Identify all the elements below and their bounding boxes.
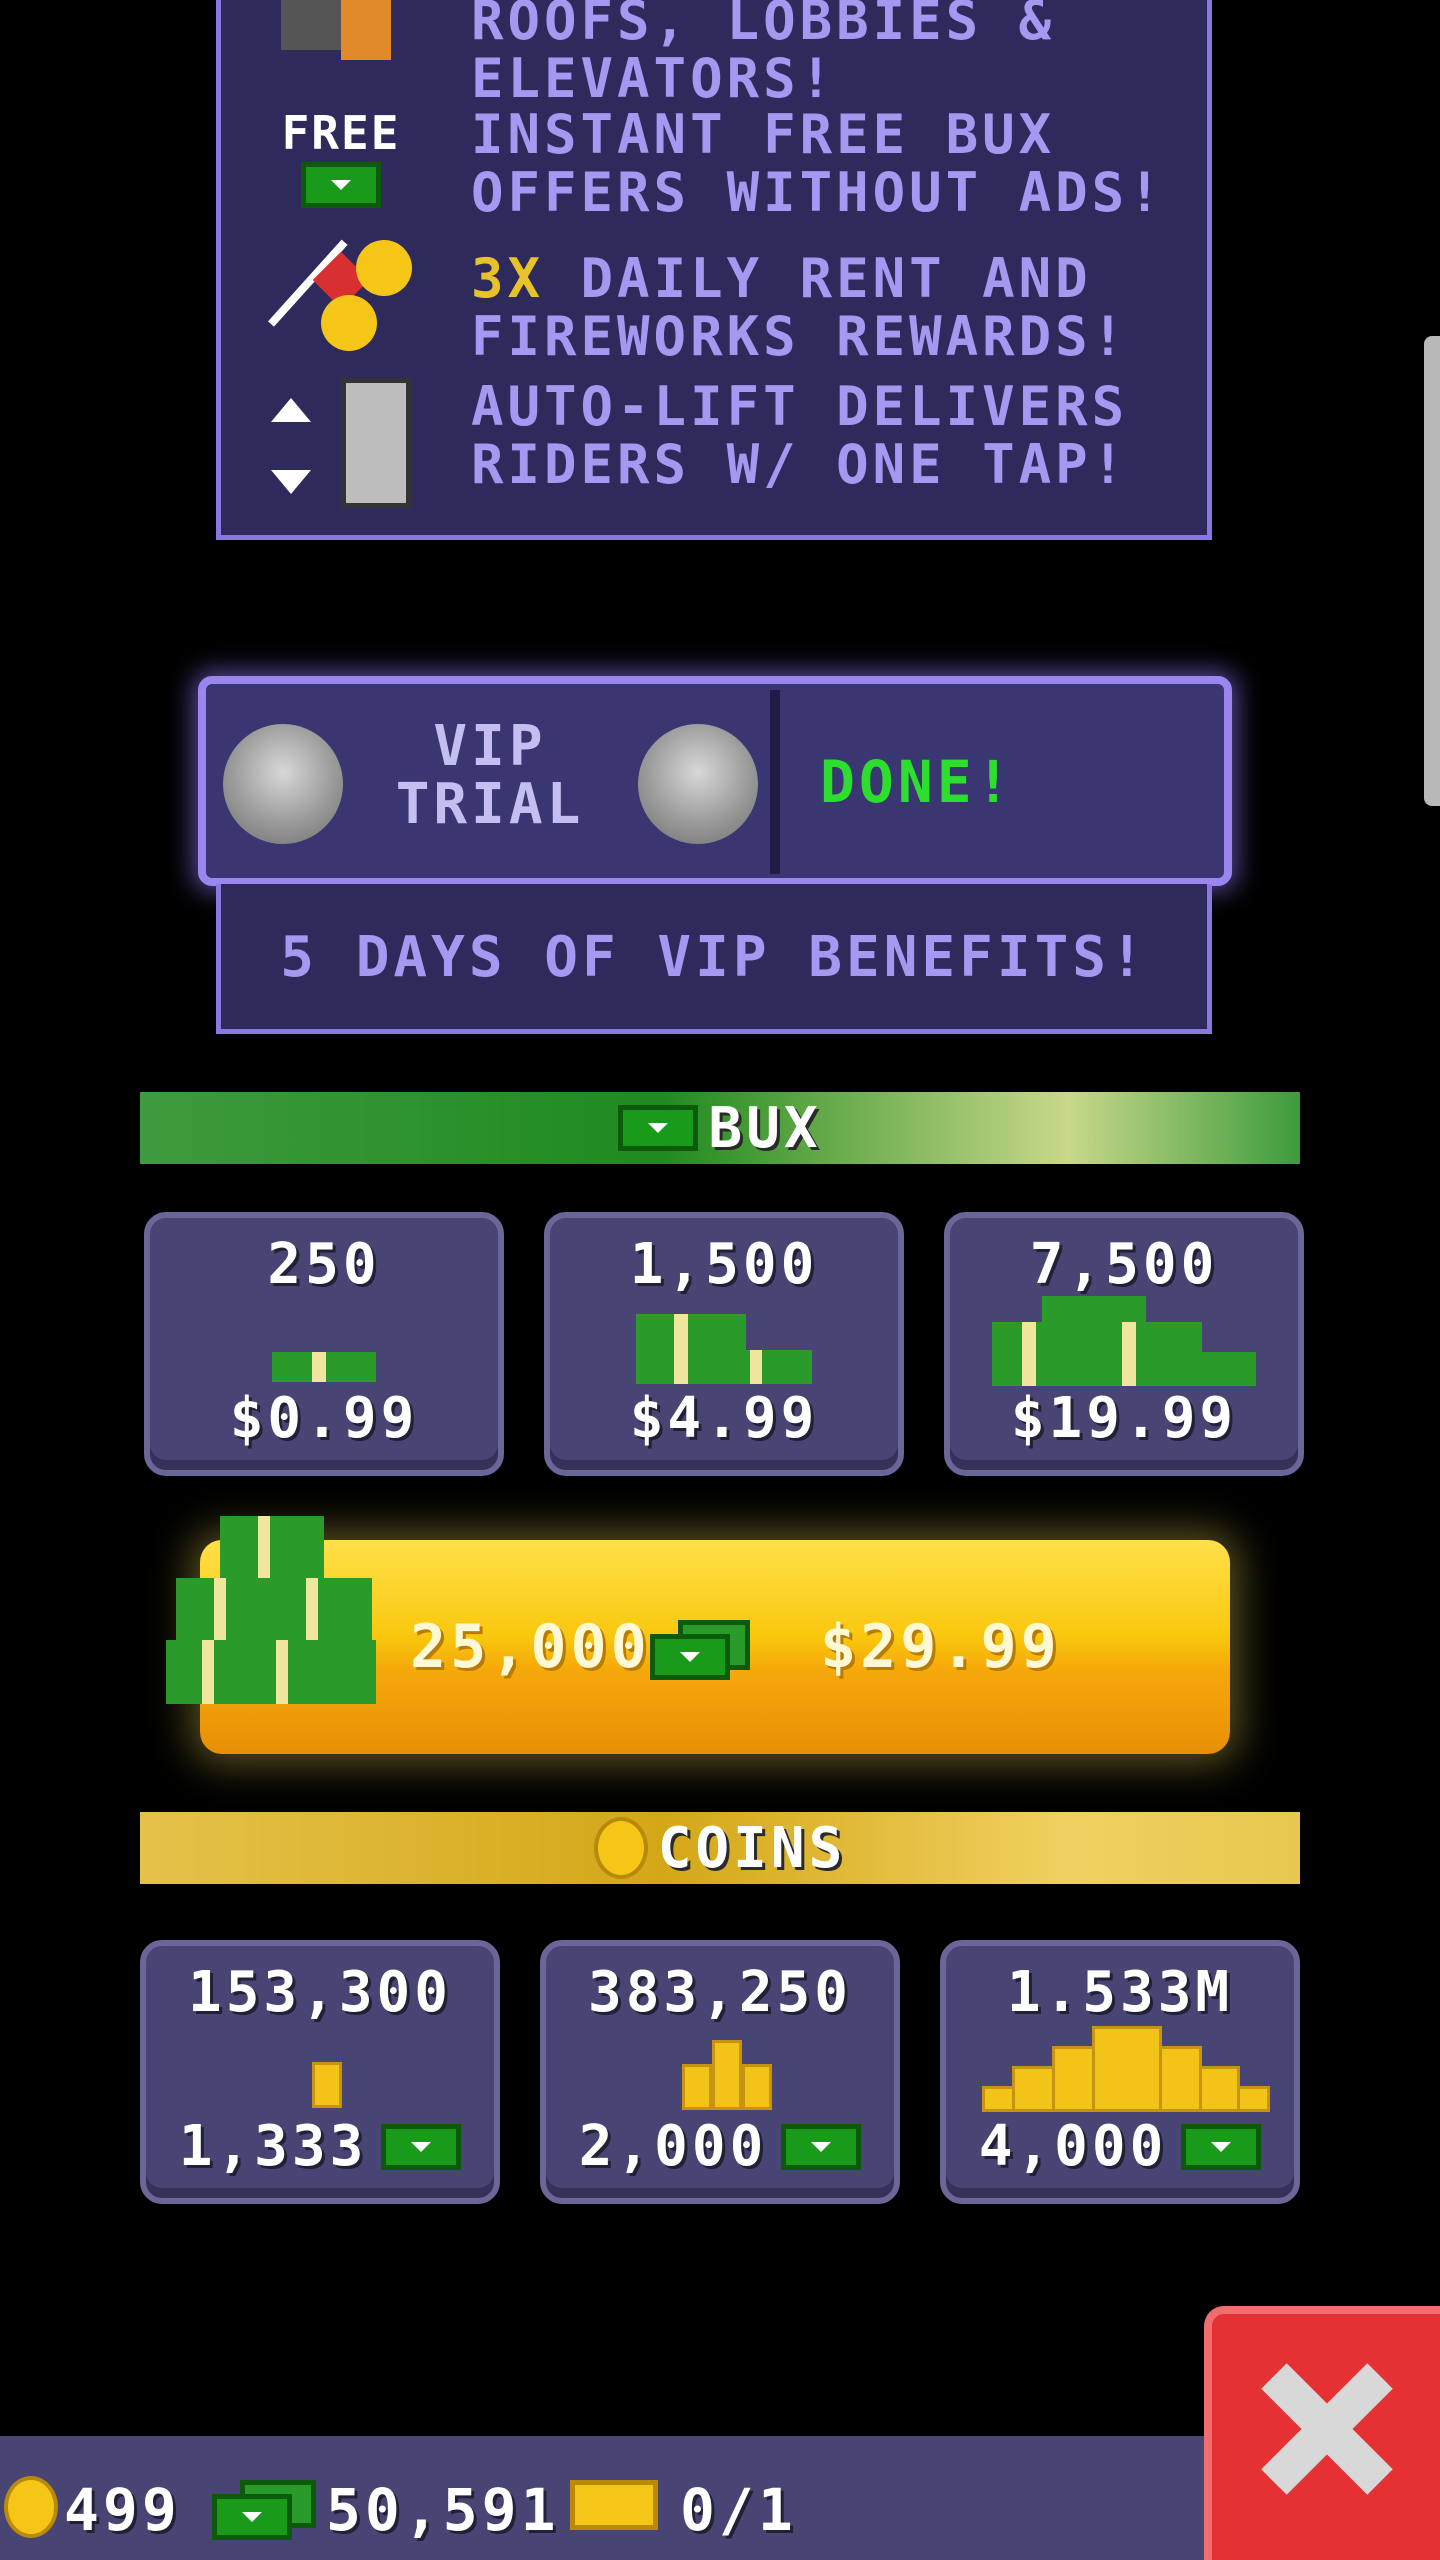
coin-pack-button[interactable]: 1.533M 4,000: [940, 1940, 1300, 2204]
money-stack-icon: [992, 1296, 1256, 1386]
coin-pack-button[interactable]: 153,300 1,333: [140, 1940, 500, 2204]
offer-price: $29.99: [820, 1612, 1061, 1682]
bux-section-header: BUX: [140, 1092, 1300, 1164]
bux-balance: 50,591: [326, 2476, 560, 2544]
pack-amount: 7,500: [1029, 1232, 1219, 1297]
coin-icon: [593, 1817, 648, 1879]
money-stack-icon: [636, 1314, 812, 1384]
pack-amount: 383,250: [587, 1960, 852, 2025]
cash-icon: [381, 2123, 462, 2170]
pack-price: $19.99: [1010, 1386, 1238, 1451]
pack-amount: 1.533M: [1006, 1960, 1234, 2025]
cash-icon: [618, 1105, 699, 1151]
character-icon: [261, 0, 421, 100]
close-button[interactable]: [1204, 2306, 1440, 2560]
money-pile-icon: [166, 1516, 376, 1708]
ticket-icon: [570, 2480, 658, 2530]
benefit-row-auto-lift: AUTO-LIFT DELIVERS RIDERS W/ ONE TAP!: [221, 378, 1207, 518]
benefit-text: ROOFS, LOBBIES & ELEVATORS!: [471, 0, 1056, 110]
star-badge-icon: [638, 724, 758, 844]
coins-section-header: COINS: [140, 1812, 1300, 1884]
cash-icon: [212, 2480, 322, 2540]
pack-amount: 153,300: [187, 1960, 452, 2025]
cash-icon: [301, 162, 381, 208]
pack-cost: 2,000: [546, 2114, 894, 2179]
benefit-text: AUTO-LIFT DELIVERS RIDERS W/ ONE TAP!: [471, 375, 1129, 496]
pack-cost: 4,000: [946, 2114, 1294, 2179]
bux-pack-button[interactable]: 250 $0.99: [144, 1212, 504, 1476]
coin-icon: [4, 2476, 58, 2538]
pack-amount: 1,500: [629, 1232, 819, 1297]
vip-subtitle: 5 DAYS OF VIP BENEFITS!: [280, 925, 1148, 990]
benefit-text: INSTANT FREE BUX OFFERS WITHOUT ADS!: [471, 103, 1165, 224]
scrollbar[interactable]: [1424, 336, 1440, 806]
star-badge-icon: [223, 724, 343, 844]
vip-benefits-panel: ROOFS, LOBBIES & ELEVATORS! FREE INSTANT…: [216, 0, 1212, 540]
pack-price: $4.99: [629, 1386, 819, 1451]
bux-pack-button[interactable]: 1,500 $4.99: [544, 1212, 904, 1476]
pack-amount: 250: [267, 1232, 381, 1297]
bux-pack-button[interactable]: 7,500 $19.99: [944, 1212, 1304, 1476]
section-title: COINS: [657, 1815, 847, 1881]
benefit-text: 3X DAILY RENT AND FIREWORKS REWARDS!: [471, 247, 1129, 368]
benefit-row-roofs: ROOFS, LOBBIES & ELEVATORS!: [221, 0, 1207, 120]
cash-icon: [781, 2123, 862, 2170]
money-stack-icon: [272, 1352, 376, 1382]
benefit-row-rewards: 3X DAILY RENT AND FIREWORKS REWARDS!: [221, 239, 1207, 390]
section-title: BUX: [708, 1095, 822, 1161]
firework-rocket-icon: [261, 239, 421, 370]
elevator-icon: [261, 378, 421, 508]
vip-trial-label: VIP TRIAL: [395, 714, 585, 837]
coin-stack-icon: [682, 2040, 772, 2110]
free-bux-icon: FREE: [261, 106, 421, 236]
offer-amount: 25,000: [410, 1612, 651, 1682]
coin-stack-icon: [312, 2062, 342, 2108]
pack-price: $0.99: [229, 1386, 419, 1451]
arrow-down-icon: [271, 470, 311, 494]
cash-icon: [1181, 2123, 1262, 2170]
divider: [770, 690, 780, 874]
coin-pack-button[interactable]: 383,250 2,000: [540, 1940, 900, 2204]
vip-trial-status: DONE!: [820, 748, 1015, 816]
close-icon: [1252, 2354, 1402, 2504]
pack-cost: 1,333: [146, 2114, 494, 2179]
coin-balance: 499: [64, 2476, 181, 2544]
coin-pile-icon: [982, 2026, 1270, 2112]
arrow-up-icon: [271, 398, 311, 422]
ticket-count: 0/1: [680, 2476, 797, 2544]
benefit-row-free-bux: FREE INSTANT FREE BUX OFFERS WITHOUT ADS…: [221, 106, 1207, 246]
